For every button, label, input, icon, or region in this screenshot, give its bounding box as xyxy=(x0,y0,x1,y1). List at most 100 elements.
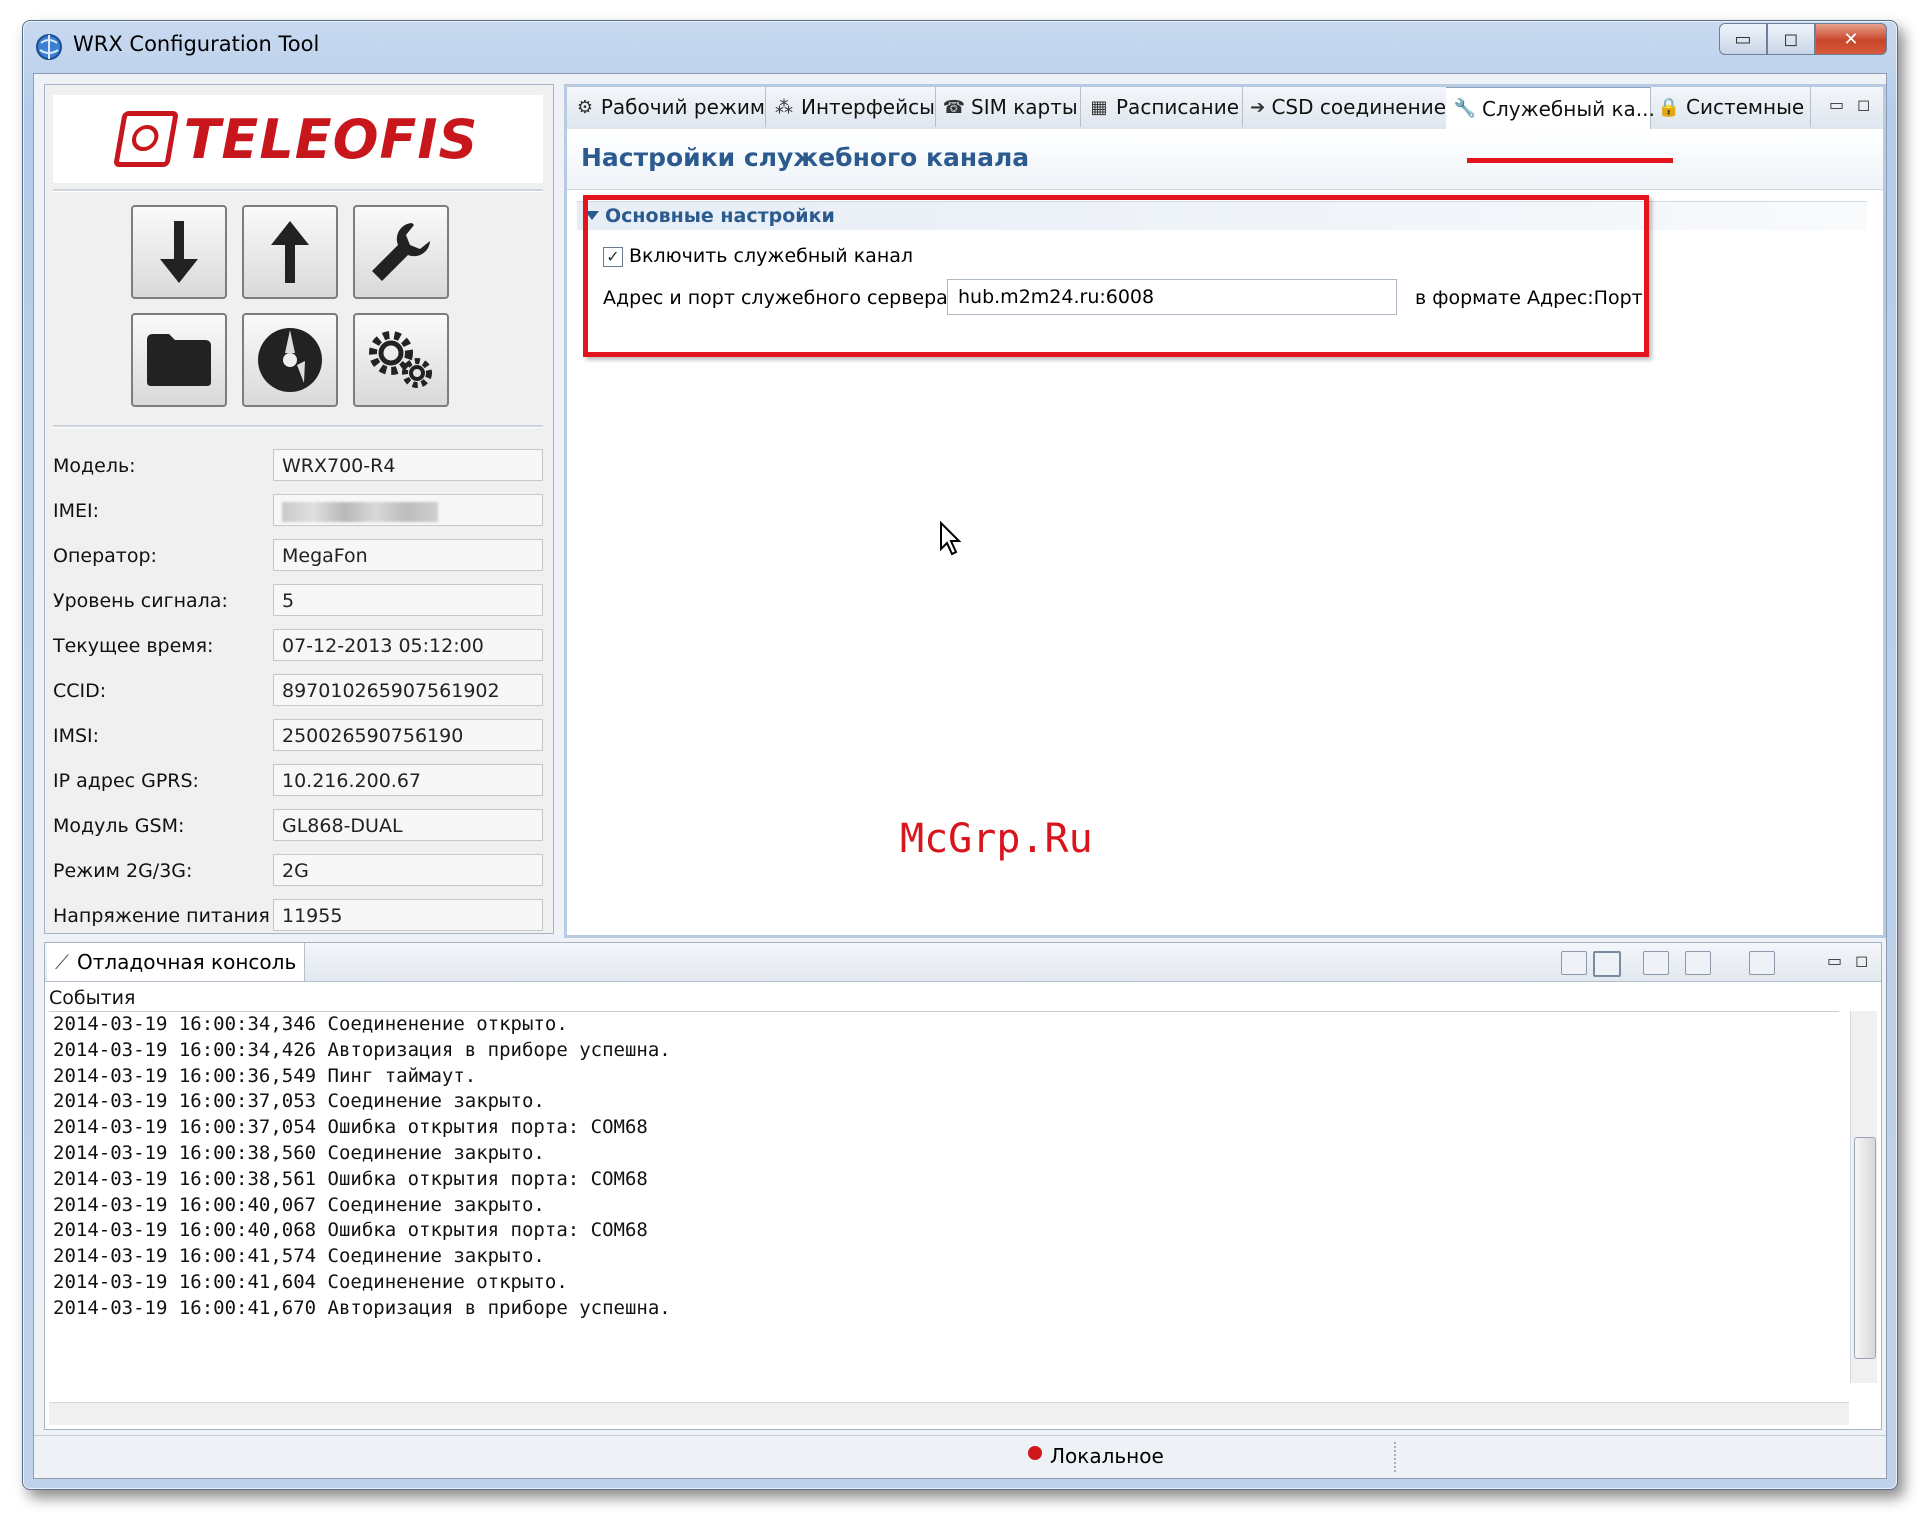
status-separator xyxy=(1394,1442,1396,1472)
settings-button[interactable] xyxy=(353,205,449,299)
disc-icon xyxy=(258,328,322,392)
lock-icon: 🔒 xyxy=(1657,96,1681,118)
log-line: 2014-03-19 16:00:41,604 Соединенение отк… xyxy=(53,1270,568,1293)
tab-label: SIM карты xyxy=(971,95,1078,119)
divider xyxy=(53,425,543,428)
info-label: Модуль GSM: xyxy=(53,815,185,837)
console-minimize-icon[interactable]: ▭ xyxy=(1827,951,1842,970)
info-row-model: Модель: WRX700-R4 xyxy=(53,449,543,485)
info-value: 897010265907561902 xyxy=(273,674,543,706)
horizontal-scrollbar[interactable] xyxy=(49,1402,1849,1425)
open-file-button[interactable] xyxy=(131,313,227,407)
minimize-button[interactable]: ▭ xyxy=(1719,23,1767,55)
info-label: Оператор: xyxy=(53,545,157,567)
log-line: 2014-03-19 16:00:37,054 Ошибка открытия … xyxy=(53,1116,648,1139)
info-label: Напряжение питания xyxy=(53,905,270,927)
info-value: MegaFon xyxy=(273,539,543,571)
scroll-lock-icon[interactable] xyxy=(1593,951,1621,977)
open-console-icon[interactable] xyxy=(1749,951,1775,975)
info-row-ccid: CCID: 897010265907561902 xyxy=(53,674,543,710)
clear-console-icon[interactable] xyxy=(1561,951,1587,975)
tab-label: Системные xyxy=(1686,95,1805,119)
arrow-up-icon xyxy=(271,221,309,283)
info-value-imei-blurred xyxy=(273,494,543,526)
log-line: 2014-03-19 16:00:41,574 Соединение закры… xyxy=(53,1245,545,1268)
console-tab-label: Отладочная консоль xyxy=(77,950,297,974)
info-value: 5 xyxy=(273,584,543,616)
schedule-icon: ▦ xyxy=(1090,96,1108,118)
info-value: 2G xyxy=(273,854,543,886)
info-row-gsm-module: Модуль GSM: GL868-DUAL xyxy=(53,809,543,845)
log-line: 2014-03-19 16:00:38,561 Ошибка открытия … xyxy=(53,1167,648,1190)
tab-label: Служебный ка... xyxy=(1482,96,1655,121)
tab-work-mode[interactable]: ⚙ Рабочий режим xyxy=(567,87,766,127)
info-row-signal: Уровень сигнала: 5 xyxy=(53,584,543,620)
arrow-down-icon xyxy=(160,221,198,283)
firmware-button[interactable] xyxy=(242,313,338,407)
tab-sim-cards[interactable]: ☎ SIM карты xyxy=(935,87,1081,127)
info-value: 250026590756190 xyxy=(273,719,543,751)
wrench-icon xyxy=(372,223,430,281)
tab-system[interactable]: 🔒 Системные xyxy=(1650,87,1811,127)
info-row-operator: Оператор: MegaFon xyxy=(53,539,543,575)
info-value: WRX700-R4 xyxy=(273,449,543,481)
events-label: События xyxy=(49,987,136,1009)
log-line: 2014-03-19 16:00:38,560 Соединение закры… xyxy=(53,1141,545,1164)
console-log: 2014-03-19 16:00:34,346 Соединенение отк… xyxy=(49,1011,1839,1402)
info-row-ip: IP адрес GPRS: 10.216.200.67 xyxy=(53,764,543,800)
tab-label: Интерфейсы xyxy=(801,95,935,119)
view-maximize-icon[interactable]: ◻ xyxy=(1857,95,1870,114)
tab-debug-console[interactable]: ⟋ Отладочная консоль xyxy=(47,943,306,981)
log-line: 2014-03-19 16:00:41,670 Авторизация в пр… xyxy=(53,1296,671,1319)
log-line: 2014-03-19 16:00:40,068 Ошибка открытия … xyxy=(53,1219,648,1242)
log-line: 2014-03-19 16:00:40,067 Соединение закры… xyxy=(53,1193,545,1216)
info-label: IMEI: xyxy=(53,500,100,522)
scrollbar-thumb[interactable] xyxy=(1854,1137,1876,1359)
watermark: McGrp.Ru xyxy=(900,816,1093,862)
client-area: TELEOFIS Модель: WRX700-R4 IMEI: Операто… xyxy=(33,73,1887,1479)
view-minimize-icon[interactable]: ▭ xyxy=(1829,95,1844,114)
interfaces-icon: ⁂ xyxy=(775,96,793,118)
title-bar: WRX Configuration Tool ▭ ◻ ✕ xyxy=(23,21,1897,71)
display-console-icon[interactable] xyxy=(1685,951,1711,975)
window-title: WRX Configuration Tool xyxy=(73,32,320,56)
log-line: 2014-03-19 16:00:37,053 Соединение закры… xyxy=(53,1090,545,1113)
folder-icon xyxy=(147,334,211,386)
vertical-scrollbar[interactable] xyxy=(1850,1011,1877,1383)
tab-label: CSD соединение xyxy=(1271,95,1446,119)
blurred-imei xyxy=(282,501,438,522)
device-panel: TELEOFIS Модель: WRX700-R4 IMEI: Операто… xyxy=(44,84,554,934)
read-config-button[interactable] xyxy=(131,205,227,299)
tab-csd-connection[interactable]: ➔ CSD соединение xyxy=(1242,87,1447,127)
info-row-network-mode: Режим 2G/3G: 2G xyxy=(53,854,543,890)
app-globe-icon xyxy=(36,34,62,60)
console-maximize-icon[interactable]: ◻ xyxy=(1855,951,1868,970)
info-value: 11955 xyxy=(273,899,543,931)
info-value: 07-12-2013 05:12:00 xyxy=(273,629,543,661)
phone-icon: ☎ xyxy=(942,96,966,118)
info-label: Текущее время: xyxy=(53,635,214,657)
tab-interfaces[interactable]: ⁂ Интерфейсы xyxy=(765,87,936,127)
info-row-imsi: IMSI: 250026590756190 xyxy=(53,719,543,755)
info-row-voltage: Напряжение питания 11955 xyxy=(53,899,543,935)
tab-label: Рабочий режим xyxy=(600,95,765,119)
maximize-button[interactable]: ◻ xyxy=(1767,23,1815,55)
close-button[interactable]: ✕ xyxy=(1815,23,1887,55)
tab-schedule[interactable]: ▦ Расписание xyxy=(1080,87,1243,127)
divider xyxy=(53,189,543,192)
info-label: CCID: xyxy=(53,680,107,702)
info-label: Режим 2G/3G: xyxy=(53,860,193,882)
page-title: Настройки служебного канала xyxy=(581,143,1030,172)
log-line: 2014-03-19 16:00:34,426 Авторизация в пр… xyxy=(53,1038,671,1061)
advanced-settings-button[interactable] xyxy=(353,313,449,407)
write-config-button[interactable] xyxy=(242,205,338,299)
tab-label: Расписание xyxy=(1116,95,1240,119)
info-label: Уровень сигнала: xyxy=(53,590,228,612)
info-value: 10.216.200.67 xyxy=(273,764,543,796)
editor-panel: ⚙ Рабочий режим ⁂ Интерфейсы ☎ SIM карты… xyxy=(564,84,1886,938)
status-bar: Локальное xyxy=(34,1435,1886,1478)
info-row-time: Текущее время: 07-12-2013 05:12:00 xyxy=(53,629,543,665)
pin-console-icon[interactable] xyxy=(1643,951,1669,975)
logo-mark-icon xyxy=(112,111,179,167)
tab-service-channel[interactable]: 🔧 Служебный ка... xyxy=(1446,87,1655,129)
